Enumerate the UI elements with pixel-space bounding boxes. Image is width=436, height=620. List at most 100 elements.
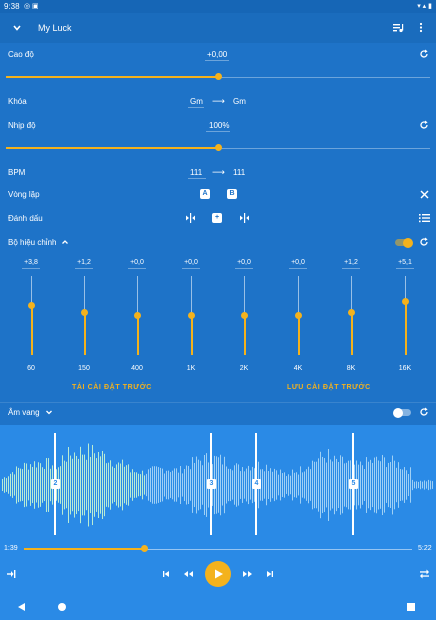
- waveform[interactable]: [0, 425, 436, 538]
- reset-icon[interactable]: [419, 49, 429, 59]
- chevron-up-icon[interactable]: [61, 238, 69, 246]
- waveform-bar: [132, 469, 133, 501]
- fast-forward-icon[interactable]: [242, 569, 253, 579]
- eq-band-slider-fill: [297, 315, 300, 355]
- waveform-bar: [420, 480, 421, 490]
- waveform-bar: [320, 451, 321, 519]
- marker-badge[interactable]: 5: [349, 479, 358, 489]
- waveform-bar: [202, 465, 203, 505]
- eq-band-slider-thumb[interactable]: [348, 309, 355, 316]
- recents-icon[interactable]: [406, 602, 416, 612]
- eq-band-gain: +3,8: [24, 259, 38, 266]
- more-vert-icon[interactable]: [418, 22, 424, 33]
- eq-band-slider-thumb[interactable]: [402, 298, 409, 305]
- loop-b-button[interactable]: B: [227, 189, 237, 199]
- home-icon[interactable]: [57, 602, 67, 612]
- eq-band-slider-fill: [350, 312, 353, 355]
- waveform-bar: [358, 464, 359, 506]
- loop-a-button[interactable]: A: [200, 189, 210, 199]
- eq-band-gain: +1,2: [344, 259, 358, 266]
- play-button[interactable]: [205, 561, 231, 587]
- waveform-bar: [102, 450, 103, 520]
- bpm-from[interactable]: 111: [190, 168, 202, 177]
- waveform-area[interactable]: [0, 425, 436, 538]
- chevron-down-icon[interactable]: [12, 23, 22, 33]
- queue-music-icon[interactable]: [392, 22, 404, 33]
- repeat-icon[interactable]: [419, 569, 430, 579]
- waveform-bar: [138, 473, 139, 497]
- waveform-bar: [216, 456, 217, 514]
- marker-badge[interactable]: 4: [252, 479, 261, 489]
- eq-band-frequency: 16K: [398, 365, 412, 372]
- eq-band-slider-thumb[interactable]: [81, 309, 88, 316]
- waveform-bar: [288, 474, 289, 496]
- tempo-slider-fill: [6, 147, 218, 149]
- eq-band-frequency: 2K: [239, 365, 249, 372]
- eq-band-frequency: 4K: [293, 365, 303, 372]
- list-icon[interactable]: [419, 213, 430, 223]
- reverb-toggle[interactable]: [393, 407, 411, 418]
- app-bar: My Luck: [0, 13, 436, 43]
- waveform-bar: [174, 468, 175, 502]
- eq-band-slider-thumb[interactable]: [134, 312, 141, 319]
- pitch-slider-thumb[interactable]: [214, 73, 222, 80]
- waveform-bar: [292, 469, 293, 501]
- waveform-bar: [120, 463, 121, 507]
- skip-start-icon[interactable]: [161, 569, 171, 579]
- close-icon[interactable]: [420, 190, 429, 199]
- key-from[interactable]: Gm: [190, 97, 203, 106]
- seek-bar-thumb[interactable]: [140, 545, 148, 552]
- waveform-bar: [176, 468, 177, 502]
- waveform-bar: [294, 472, 295, 498]
- save-preset-button[interactable]: LƯU CÀI ĐẶT TRƯỚC: [287, 384, 371, 391]
- reset-icon[interactable]: [419, 407, 429, 417]
- eq-band-gain-underline: [235, 268, 253, 269]
- pitch-label: Cao độ: [8, 50, 34, 59]
- eq-band-slider-thumb[interactable]: [188, 312, 195, 319]
- eq-band-slider-thumb[interactable]: [28, 302, 35, 309]
- pitch-slider-fill: [6, 76, 218, 78]
- eq-band-gain-underline: [75, 268, 93, 269]
- tempo-label: Nhịp độ: [8, 121, 36, 130]
- waveform-bar: [364, 469, 365, 501]
- next-mark-icon[interactable]: [239, 213, 250, 223]
- waveform-bar: [166, 470, 167, 500]
- prev-mark-icon[interactable]: [185, 213, 196, 223]
- chevron-down-icon[interactable]: [45, 408, 53, 416]
- tempo-slider-thumb[interactable]: [214, 144, 222, 151]
- waveform-bar: [124, 466, 125, 504]
- waveform-bar: [4, 477, 5, 493]
- waveform-bar: [318, 458, 319, 512]
- waveform-bar: [322, 456, 323, 514]
- add-mark-button[interactable]: +: [212, 213, 222, 223]
- equalizer-toggle[interactable]: [395, 237, 413, 248]
- eq-band-gain-underline: [182, 268, 200, 269]
- waveform-bar: [398, 462, 399, 508]
- waveform-bar: [316, 461, 317, 509]
- reset-icon[interactable]: [419, 237, 429, 247]
- play-icon: [215, 569, 223, 579]
- eq-band-slider-thumb[interactable]: [295, 312, 302, 319]
- reset-icon[interactable]: [419, 120, 429, 130]
- eq-band-gain-underline: [128, 268, 146, 269]
- marker-badge[interactable]: 2: [51, 479, 60, 489]
- eq-band-slider-fill: [136, 315, 139, 355]
- waveform-bar: [136, 472, 137, 498]
- waveform-bar: [10, 473, 11, 497]
- load-preset-button[interactable]: TẢI CÀI ĐẶT TRƯỚC: [72, 384, 152, 391]
- waveform-bar: [338, 462, 339, 508]
- waveform-bar: [408, 473, 409, 497]
- waveform-bar: [432, 481, 433, 489]
- marker-badge[interactable]: 3: [207, 479, 216, 489]
- waveform-bar: [78, 458, 79, 512]
- key-arrow: ⟶: [212, 96, 225, 106]
- rewind-icon[interactable]: [183, 569, 194, 579]
- waveform-bar: [60, 466, 61, 504]
- skip-end-icon[interactable]: [265, 569, 275, 579]
- eq-band-slider-thumb[interactable]: [241, 312, 248, 319]
- exit-icon[interactable]: [6, 569, 17, 579]
- waveform-bar: [152, 466, 153, 504]
- back-icon[interactable]: [17, 602, 26, 612]
- waveform-bar: [424, 480, 425, 490]
- waveform-bar: [118, 462, 119, 508]
